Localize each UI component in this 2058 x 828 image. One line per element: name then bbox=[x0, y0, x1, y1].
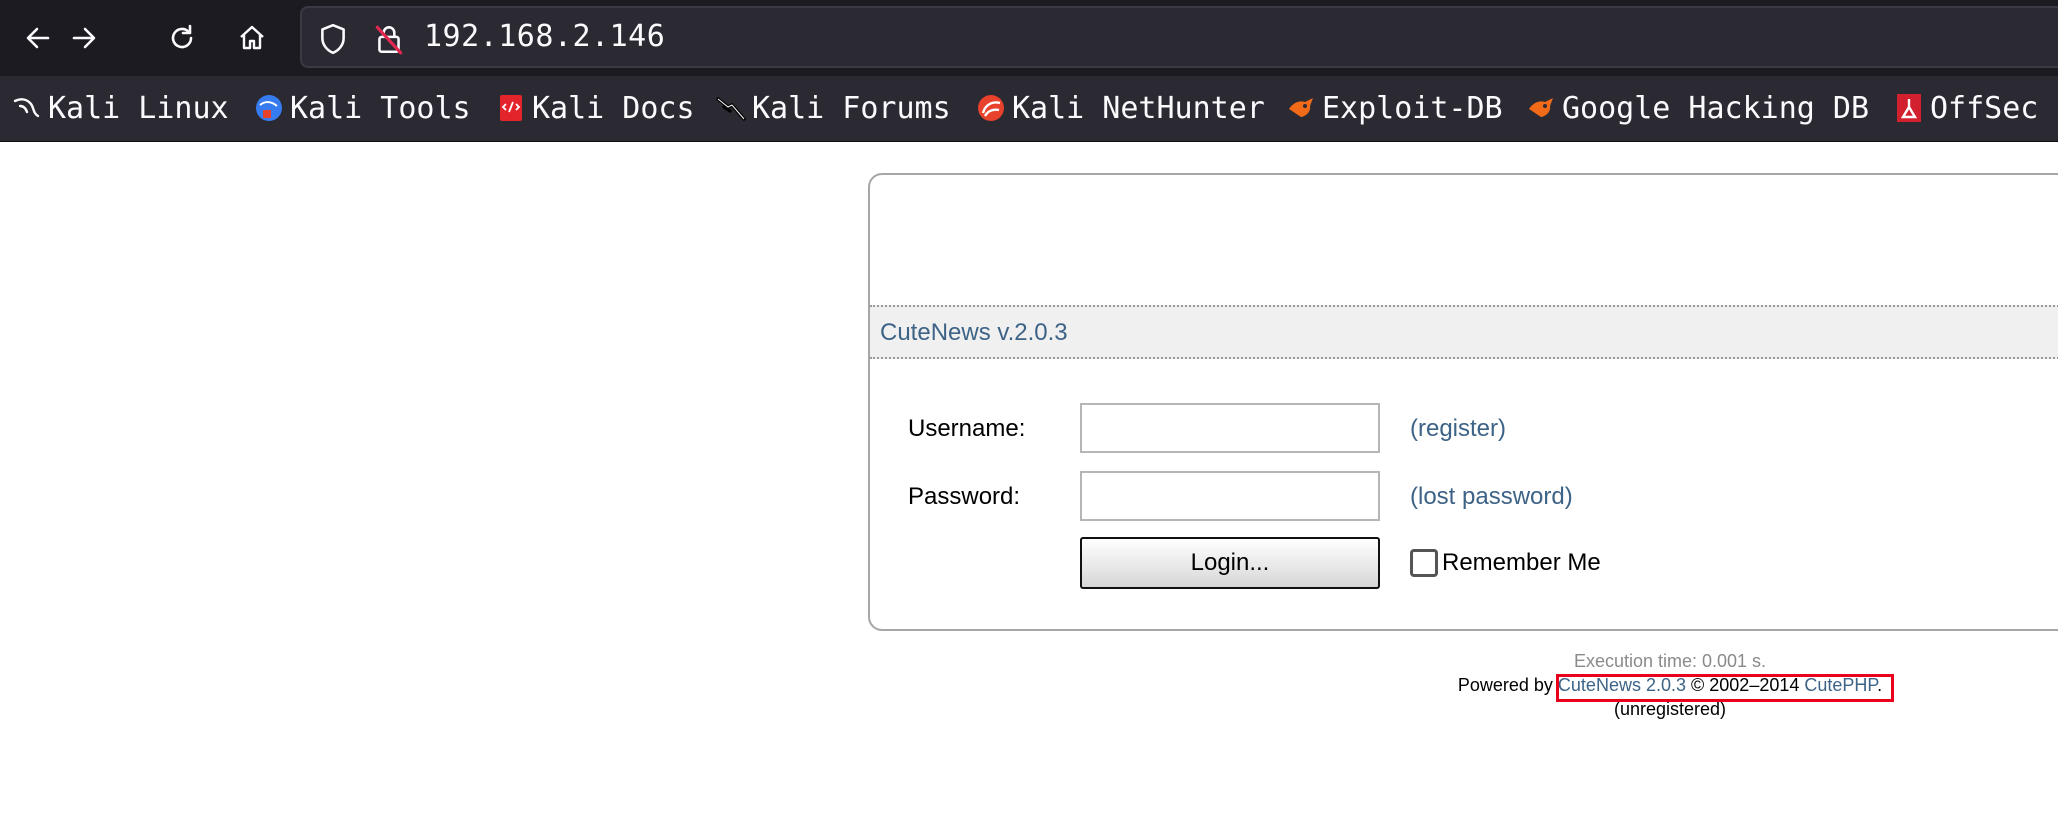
bookmark-label: OffSec bbox=[1930, 90, 2039, 126]
bookmark-kali-docs[interactable]: Kali Docs bbox=[496, 88, 695, 128]
password-label: Password: bbox=[908, 483, 1021, 510]
register-link[interactable]: (register) bbox=[1410, 415, 1506, 443]
lost-password-link[interactable]: (lost password) bbox=[1410, 483, 1573, 511]
login-panel: CuteNews v.2.0.3 Username: (register) Pa… bbox=[868, 173, 2058, 631]
home-button[interactable] bbox=[228, 14, 276, 62]
arrow-right-icon bbox=[72, 27, 96, 49]
powered-by-text: Powered by bbox=[1457, 675, 1553, 695]
remember-me-label: Remember Me bbox=[1442, 549, 1601, 576]
bookmark-label: Kali Tools bbox=[290, 90, 471, 126]
reload-icon bbox=[171, 24, 193, 49]
kali-dragon-icon bbox=[13, 98, 40, 118]
kali-forums-icon bbox=[716, 97, 746, 121]
bookmarks-toolbar: Kali Linux Kali Tools Kali Docs Kali For… bbox=[0, 76, 2058, 142]
home-icon bbox=[240, 25, 264, 50]
browser-toolbar: 192.168.2.146 bbox=[0, 0, 2058, 76]
url-text: 192.168.2.146 bbox=[424, 19, 666, 54]
back-button[interactable] bbox=[14, 14, 62, 62]
url-bar[interactable]: 192.168.2.146 bbox=[300, 6, 2058, 68]
bookmark-google-hacking-db[interactable]: Google Hacking DB bbox=[1526, 88, 1869, 128]
kali-tools-icon bbox=[256, 95, 282, 121]
password-field[interactable] bbox=[1080, 471, 1380, 521]
remember-me-checkbox[interactable] bbox=[1410, 549, 1438, 577]
bookmark-kali-nethunter[interactable]: Kali NetHunter bbox=[976, 88, 1265, 128]
bookmark-offsec[interactable]: OffSec bbox=[1894, 88, 2038, 128]
bookmark-kali-forums[interactable]: Kali Forums bbox=[716, 88, 951, 128]
login-button[interactable]: Login... bbox=[1080, 537, 1380, 589]
bookmark-exploit-db[interactable]: Exploit-DB bbox=[1286, 88, 1503, 128]
execution-time: Execution time: 0.001 s. bbox=[1573, 651, 1767, 671]
arrow-left-icon bbox=[26, 27, 50, 49]
kali-docs-icon bbox=[500, 95, 522, 121]
bookmark-label: Google Hacking DB bbox=[1562, 90, 1870, 126]
exploit-db-icon bbox=[1289, 98, 1313, 117]
bookmark-kali-linux[interactable]: Kali Linux bbox=[12, 88, 229, 128]
bookmark-label: Kali NetHunter bbox=[1012, 90, 1265, 126]
bookmark-label: Kali Docs bbox=[532, 90, 695, 126]
insecure-lock-icon[interactable] bbox=[372, 22, 406, 56]
reload-button[interactable] bbox=[158, 14, 206, 62]
version-title: CuteNews v.2.0.3 bbox=[880, 319, 1068, 346]
bookmark-label: Exploit-DB bbox=[1322, 90, 1503, 126]
forward-button[interactable] bbox=[60, 14, 108, 62]
username-label: Username: bbox=[908, 415, 1026, 442]
shield-icon[interactable] bbox=[316, 22, 350, 56]
bookmark-kali-tools[interactable]: Kali Tools bbox=[254, 88, 471, 128]
highlight-annotation bbox=[1556, 674, 1894, 702]
bookmark-label: Kali Forums bbox=[752, 90, 951, 126]
version-bar: CuteNews v.2.0.3 bbox=[870, 305, 2058, 359]
username-field[interactable] bbox=[1080, 403, 1380, 453]
offsec-icon bbox=[1897, 94, 1921, 122]
ghdb-icon bbox=[1529, 98, 1553, 117]
bookmark-label: Kali Linux bbox=[48, 90, 229, 126]
nethunter-icon bbox=[978, 95, 1004, 121]
